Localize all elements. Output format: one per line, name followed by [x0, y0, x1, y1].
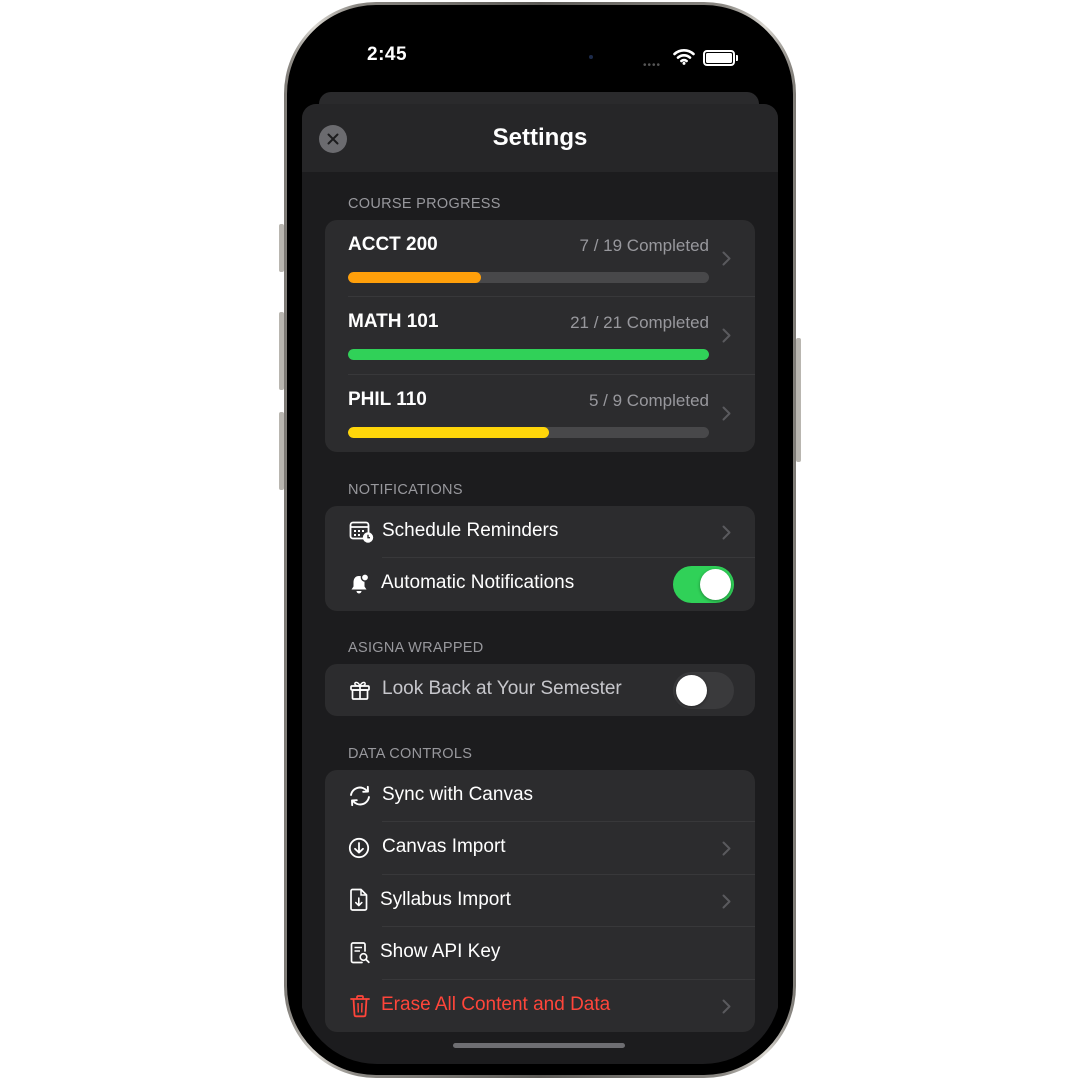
- document-search-icon: [350, 942, 370, 964]
- settings-sheet: Settings COURSE PROGRESS ACCT 200 7 / 19…: [302, 104, 778, 1064]
- wifi-icon: [673, 49, 695, 65]
- chevron-right-icon: [722, 328, 731, 343]
- toggle-knob: [676, 675, 707, 706]
- course-completed-count: 21 / 21 Completed: [570, 313, 709, 332]
- chevron-right-icon: [722, 999, 731, 1014]
- canvas-import-label: Canvas Import: [382, 836, 506, 857]
- show-api-key-row[interactable]: Show API Key: [325, 927, 755, 980]
- download-circle-icon: [348, 837, 370, 859]
- dynamic-island-camera: [589, 55, 593, 59]
- course-row-acct-200[interactable]: ACCT 200 7 / 19 Completed: [325, 220, 755, 297]
- screen: 2:45 •••• Settings COURSE PROGRESS ACCT …: [299, 16, 781, 1064]
- wrapped-group: Look Back at Your Semester: [325, 664, 755, 716]
- section-header-data-controls: DATA CONTROLS: [348, 746, 473, 762]
- progress-bar: [348, 427, 709, 438]
- sync-canvas-row[interactable]: Sync with Canvas: [325, 770, 755, 822]
- syllabus-import-label: Syllabus Import: [380, 889, 511, 910]
- erase-all-row[interactable]: Erase All Content and Data: [325, 980, 755, 1032]
- schedule-reminders-label: Schedule Reminders: [382, 520, 559, 541]
- power-button: [796, 338, 801, 462]
- section-header-course-progress: COURSE PROGRESS: [348, 196, 501, 212]
- course-row-math-101[interactable]: MATH 101 21 / 21 Completed: [325, 297, 755, 375]
- course-row-phil-110[interactable]: PHIL 110 5 / 9 Completed: [325, 375, 755, 452]
- chevron-right-icon: [722, 406, 731, 421]
- sync-canvas-label: Sync with Canvas: [382, 784, 534, 805]
- progress-bar-fill: [348, 427, 549, 438]
- automatic-notifications-row: Automatic Notifications: [325, 558, 755, 611]
- cellular-signal-icon: ••••: [643, 60, 662, 71]
- section-header-asigna-wrapped: ASIGNA WRAPPED: [348, 640, 484, 656]
- look-back-row: Look Back at Your Semester: [325, 664, 755, 716]
- toggle-knob: [700, 569, 731, 600]
- show-api-key-label: Show API Key: [380, 941, 501, 962]
- action-button: [279, 224, 284, 272]
- progress-bar-fill: [348, 349, 709, 360]
- home-indicator[interactable]: [453, 1043, 625, 1048]
- erase-all-label: Erase All Content and Data: [381, 994, 611, 1015]
- sheet-header: Settings: [302, 104, 778, 172]
- notifications-group: Schedule Reminders Automatic Notificatio…: [325, 506, 755, 611]
- course-progress-group: ACCT 200 7 / 19 Completed MATH 101 21 / …: [325, 220, 755, 452]
- progress-bar: [348, 272, 709, 283]
- look-back-toggle[interactable]: [673, 672, 734, 709]
- data-controls-group: Sync with Canvas Canvas Import Syllabus …: [325, 770, 755, 1032]
- document-download-icon: [350, 888, 368, 911]
- battery-icon: [703, 50, 738, 66]
- chevron-right-icon: [722, 841, 731, 856]
- course-name: PHIL 110: [348, 389, 427, 410]
- automatic-notifications-toggle[interactable]: [673, 566, 734, 603]
- chevron-right-icon: [722, 894, 731, 909]
- progress-bar-fill: [348, 272, 481, 283]
- course-completed-count: 5 / 9 Completed: [588, 391, 709, 410]
- syllabus-import-row[interactable]: Syllabus Import: [325, 875, 755, 927]
- chevron-right-icon: [722, 251, 731, 266]
- progress-bar: [348, 349, 709, 360]
- course-completed-count: 7 / 19 Completed: [579, 236, 709, 255]
- page-title: Settings: [492, 124, 588, 151]
- volume-up-button: [279, 312, 284, 390]
- schedule-reminders-row[interactable]: Schedule Reminders: [325, 506, 755, 558]
- status-time: 2:45: [367, 44, 408, 65]
- canvas-import-row[interactable]: Canvas Import: [325, 822, 755, 875]
- gift-icon: [350, 681, 370, 700]
- automatic-notifications-label: Automatic Notifications: [381, 572, 575, 593]
- course-name: MATH 101: [348, 311, 439, 332]
- sync-icon: [350, 785, 370, 807]
- course-name: ACCT 200: [348, 234, 438, 255]
- calendar-clock-icon: [349, 521, 374, 543]
- chevron-right-icon: [722, 525, 731, 540]
- section-header-notifications: NOTIFICATIONS: [348, 482, 463, 498]
- bell-icon: [351, 573, 370, 594]
- look-back-label: Look Back at Your Semester: [382, 678, 622, 699]
- trash-icon: [350, 995, 370, 1018]
- volume-down-button: [279, 412, 284, 490]
